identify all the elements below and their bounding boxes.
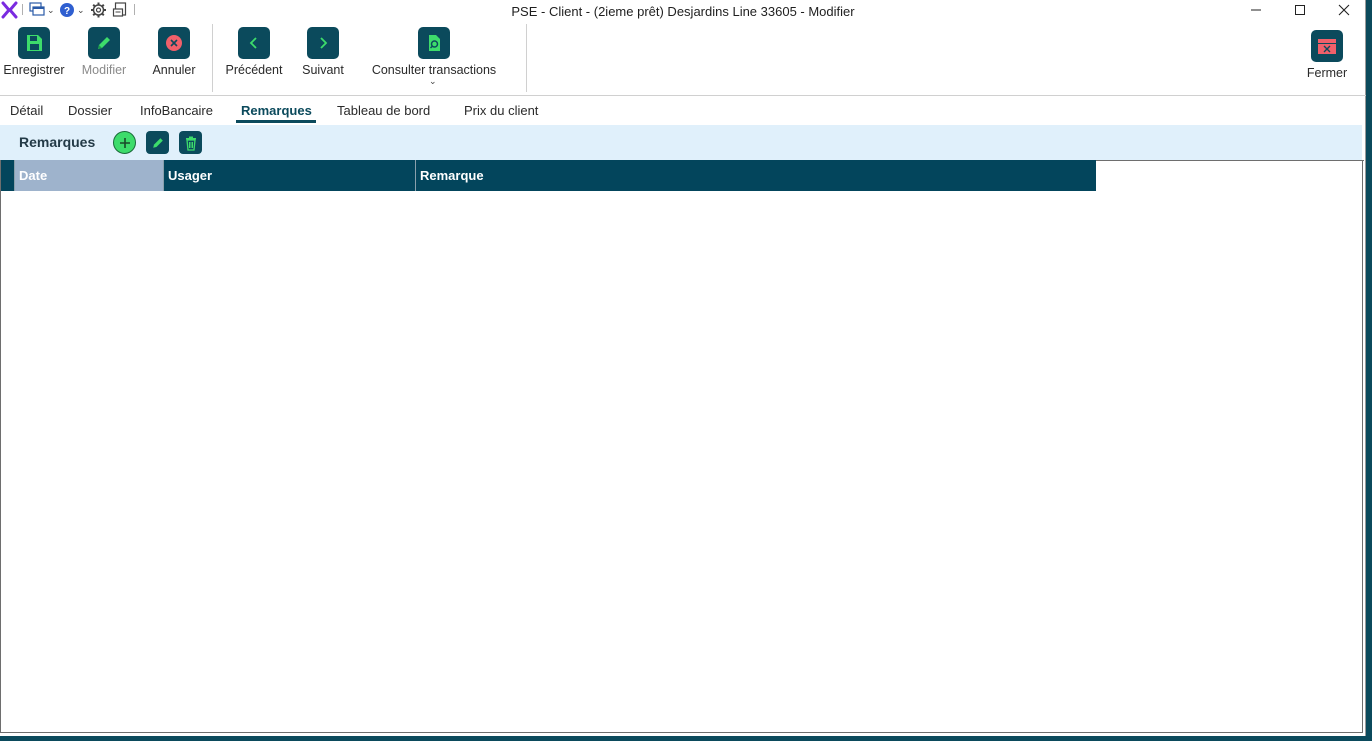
cancel-button[interactable]: Annuler — [149, 27, 199, 77]
trash-icon — [185, 136, 196, 151]
section-title: Remarques — [19, 134, 96, 150]
chevron-down-icon[interactable]: ⌄ — [77, 5, 85, 16]
row-indicator-header — [1, 160, 15, 191]
next-button[interactable]: Suivant — [298, 27, 348, 77]
tab-detail[interactable]: Détail — [10, 103, 43, 118]
close-form-button[interactable]: Fermer — [1303, 30, 1351, 80]
active-tab-indicator — [236, 120, 316, 123]
report-icon[interactable] — [112, 2, 129, 18]
column-header-remarque[interactable]: Remarque — [416, 160, 1096, 191]
edit-remark-button[interactable] — [146, 131, 169, 154]
remarks-section-header: Remarques — [0, 125, 1362, 160]
remarks-grid[interactable]: Date Usager Remarque — [0, 160, 1364, 733]
minimize-button[interactable] — [1233, 0, 1279, 20]
svg-text:?: ? — [64, 6, 70, 17]
next-label: Suivant — [302, 63, 344, 77]
tab-tableau-de-bord[interactable]: Tableau de bord — [337, 103, 430, 118]
minimize-icon — [1251, 9, 1261, 11]
chevron-right-icon — [307, 27, 339, 59]
window-frame-bottom — [0, 736, 1372, 741]
window-title: PSE - Client - (2ieme prêt) Desjardins L… — [511, 4, 855, 19]
floppy-disk-icon — [18, 27, 50, 59]
previous-button[interactable]: Précédent — [222, 27, 286, 77]
save-label: Enregistrer — [3, 63, 65, 77]
toolbar-separator — [134, 4, 135, 15]
consult-transactions-button[interactable]: Consulter transactions ⌄ — [366, 27, 502, 86]
close-icon — [1338, 4, 1350, 16]
modify-button[interactable]: Modifier — [78, 27, 130, 77]
column-header-usager[interactable]: Usager — [164, 160, 416, 191]
pencil-icon — [152, 137, 163, 148]
maximize-button[interactable] — [1277, 0, 1323, 20]
chevron-down-icon: ⌄ — [429, 76, 437, 86]
chevron-down-icon[interactable]: ⌄ — [47, 5, 55, 16]
modify-label: Modifier — [81, 63, 127, 77]
tab-dossier[interactable]: Dossier — [68, 103, 112, 118]
delete-remark-button[interactable] — [179, 131, 202, 154]
plus-icon — [119, 137, 130, 148]
app-logo[interactable] — [1, 1, 19, 19]
gear-icon[interactable] — [90, 2, 107, 18]
toolbar-separator — [22, 4, 23, 15]
close-form-icon — [1311, 30, 1343, 62]
close-form-label: Fermer — [1306, 66, 1348, 80]
previous-label: Précédent — [225, 63, 283, 77]
ribbon-separator — [212, 24, 213, 92]
window-frame-right — [1366, 0, 1372, 741]
pencil-icon — [88, 27, 120, 59]
tab-bar: Détail Dossier InfoBancaire Remarques Ta… — [0, 96, 1366, 124]
main-window: ⌄ ? ⌄ PSE - Client - (2ieme prêt) Desjar… — [0, 0, 1366, 736]
help-icon[interactable]: ? — [59, 2, 75, 18]
cancel-label: Annuler — [152, 63, 196, 77]
cancel-icon — [158, 27, 190, 59]
tab-remarques[interactable]: Remarques — [241, 103, 312, 118]
document-search-icon — [418, 27, 450, 59]
title-bar: ⌄ ? ⌄ PSE - Client - (2ieme prêt) Desjar… — [0, 0, 1366, 22]
chevron-left-icon — [238, 27, 270, 59]
save-button[interactable]: Enregistrer — [2, 27, 66, 77]
consult-transactions-label: Consulter transactions — [371, 63, 497, 77]
ribbon-separator — [526, 24, 527, 92]
ribbon-toolbar: Enregistrer Modifier Annuler Précédent S… — [0, 22, 1366, 96]
close-window-button[interactable] — [1321, 0, 1367, 20]
column-header-date[interactable]: Date — [15, 160, 164, 191]
windows-icon[interactable] — [28, 2, 46, 18]
tab-infobancaire[interactable]: InfoBancaire — [140, 103, 213, 118]
tab-prix-du-client[interactable]: Prix du client — [464, 103, 538, 118]
add-remark-button[interactable] — [113, 131, 136, 154]
maximize-icon — [1295, 5, 1305, 15]
grid-header-row: Date Usager Remarque — [1, 160, 1096, 191]
